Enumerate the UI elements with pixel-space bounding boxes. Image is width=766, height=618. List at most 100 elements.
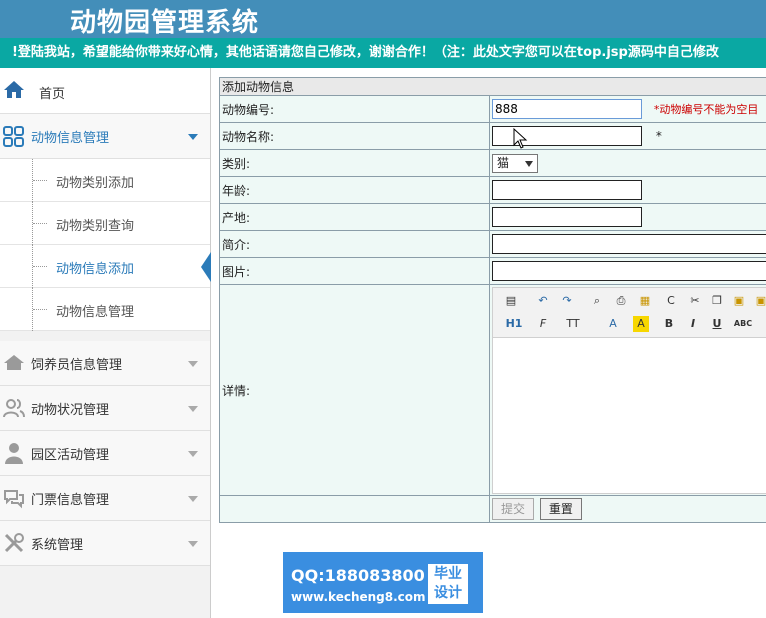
chevron-down-icon <box>188 451 198 457</box>
watermark-qq: QQ:188083800 <box>291 566 425 585</box>
chevron-down-icon <box>188 406 198 412</box>
sidebar-item-tickets[interactable]: 门票信息管理 <box>0 476 210 521</box>
tree-branch <box>33 309 47 310</box>
badge-line2: 设计 <box>434 585 462 601</box>
sidebar-item-label: 动物信息管理 <box>31 131 110 146</box>
label-category: 类别: <box>219 149 490 177</box>
sidebar-subitem-label: 动物信息添加 <box>56 262 135 277</box>
sidebar-item-label: 饲养员信息管理 <box>31 358 123 373</box>
code-error: *动物编号不能为空目 <box>653 103 759 116</box>
sidebar-subitem-category-add[interactable]: 动物类别添加 <box>0 159 210 202</box>
active-indicator <box>201 252 211 282</box>
submit-button[interactable]: 提交 <box>492 498 535 520</box>
reset-button[interactable]: 重置 <box>539 498 582 520</box>
origin-input[interactable] <box>492 207 642 227</box>
dropdown-arrow-icon <box>525 160 533 167</box>
sidebar-item-home[interactable]: 首页 <box>0 68 210 114</box>
editor-body[interactable] <box>493 337 766 493</box>
cell-name: * <box>489 122 766 150</box>
age-input[interactable] <box>492 180 642 200</box>
sidebar-subitem-category-query[interactable]: 动物类别查询 <box>0 202 210 245</box>
sidebar-item-label: 动物状况管理 <box>31 403 110 418</box>
tree-branch <box>33 223 47 224</box>
redo-icon[interactable]: ↷ <box>559 293 575 309</box>
underline-button[interactable]: U <box>709 316 725 332</box>
image-input[interactable] <box>492 261 766 281</box>
template-icon[interactable]: ▦ <box>637 293 653 309</box>
cell-origin <box>489 203 766 231</box>
cell-detail: ▤ ↶ ↷ ⌕ ⎙ ▦ C ✂ ❐ ▣ ▣ H1 F TT A A B I U … <box>489 284 766 496</box>
bold-button[interactable]: B <box>661 316 677 332</box>
sidebar-item-system[interactable]: 系统管理 <box>0 521 210 566</box>
sidebar-subitem-animal-add[interactable]: 动物信息添加 <box>0 245 211 288</box>
sidebar-subitem-label: 动物信息管理 <box>56 305 135 320</box>
print-icon[interactable]: ⎙ <box>613 293 629 309</box>
user-icon <box>5 443 23 464</box>
copy-icon[interactable]: ❐ <box>709 293 725 309</box>
code-icon[interactable]: C <box>663 293 679 309</box>
paste-icon[interactable]: ▣ <box>731 293 747 309</box>
sidebar-item-status[interactable]: 动物状况管理 <box>0 386 210 431</box>
cell-image <box>489 257 766 285</box>
watermark-site: www.kecheng8.com <box>291 590 426 604</box>
font-color-button[interactable]: A <box>605 316 621 332</box>
rich-text-editor: ▤ ↶ ↷ ⌕ ⎙ ▦ C ✂ ❐ ▣ ▣ H1 F TT A A B I U … <box>492 286 766 494</box>
label-intro: 简介: <box>219 230 490 258</box>
main-content: 添加动物信息 动物编号: *动物编号不能为空目 动物名称: * 类别: 猫 年龄… <box>212 68 766 618</box>
label-age: 年龄: <box>219 176 490 204</box>
chevron-down-icon <box>188 134 198 140</box>
cell-intro <box>489 230 766 258</box>
mouse-cursor-icon <box>513 128 528 149</box>
grid-icon <box>3 126 24 147</box>
cell-category: 猫 <box>489 149 766 177</box>
sidebar-subitem-label: 动物类别查询 <box>56 219 135 234</box>
font-family-button[interactable]: F <box>535 316 551 332</box>
editor-toolbar: ▤ ↶ ↷ ⌕ ⎙ ▦ C ✂ ❐ ▣ ▣ H1 F TT A A B I U … <box>493 287 766 338</box>
category-value: 猫 <box>497 155 510 170</box>
chat-icon <box>4 490 24 509</box>
bg-color-button[interactable]: A <box>633 315 649 332</box>
heading-button[interactable]: H1 <box>501 316 527 332</box>
label-actions-blank <box>219 495 490 523</box>
undo-icon[interactable]: ↶ <box>535 293 551 309</box>
cell-actions: 提交 重置 <box>489 495 766 523</box>
sidebar-item-label: 首页 <box>39 87 66 102</box>
sidebar-item-keeper[interactable]: 饲养员信息管理 <box>0 341 210 386</box>
home-icon <box>4 81 24 98</box>
sidebar-item-activities[interactable]: 园区活动管理 <box>0 431 210 476</box>
label-code: 动物编号: <box>219 95 490 123</box>
label-origin: 产地: <box>219 203 490 231</box>
sidebar-item-label: 门票信息管理 <box>31 493 110 508</box>
add-animal-form: 添加动物信息 动物编号: *动物编号不能为空目 动物名称: * 类别: 猫 年龄… <box>219 77 766 523</box>
sidebar: 首页 动物信息管理 动物类别添加 动物类别查询 动物信息添加 动物信息管理 饲养… <box>0 68 211 618</box>
chevron-down-icon <box>188 496 198 502</box>
strikethrough-button[interactable]: ABC <box>733 316 753 332</box>
label-image: 图片: <box>219 257 490 285</box>
source-icon[interactable]: ▤ <box>503 293 519 309</box>
sidebar-item-animal-info[interactable]: 动物信息管理 <box>0 114 210 159</box>
chevron-down-icon <box>188 361 198 367</box>
label-detail: 详情: <box>219 284 490 496</box>
label-name: 动物名称: <box>219 122 490 150</box>
paste-text-icon[interactable]: ▣ <box>753 293 766 309</box>
tools-icon <box>4 533 24 553</box>
font-size-button[interactable]: TT <box>563 316 583 332</box>
form-heading: 添加动物信息 <box>219 77 766 96</box>
app-title: 动物园管理系统 <box>70 8 260 38</box>
name-required: * <box>655 129 662 143</box>
cut-icon[interactable]: ✂ <box>687 293 703 309</box>
cell-code: *动物编号不能为空目 <box>489 95 766 123</box>
sidebar-subitem-label: 动物类别添加 <box>56 176 135 191</box>
badge-line1: 毕业 <box>434 566 462 582</box>
sidebar-subitem-animal-manage[interactable]: 动物信息管理 <box>0 288 210 331</box>
preview-icon[interactable]: ⌕ <box>589 293 605 309</box>
code-input[interactable] <box>492 99 642 119</box>
watermark-badge: 毕业 设计 <box>428 564 468 604</box>
home-icon <box>4 355 24 370</box>
users-icon <box>3 399 25 418</box>
category-select[interactable]: 猫 <box>492 153 538 173</box>
top-header: 动物园管理系统 <box>0 0 766 38</box>
cell-age <box>489 176 766 204</box>
italic-button[interactable]: I <box>685 316 701 332</box>
intro-input[interactable] <box>492 234 766 254</box>
